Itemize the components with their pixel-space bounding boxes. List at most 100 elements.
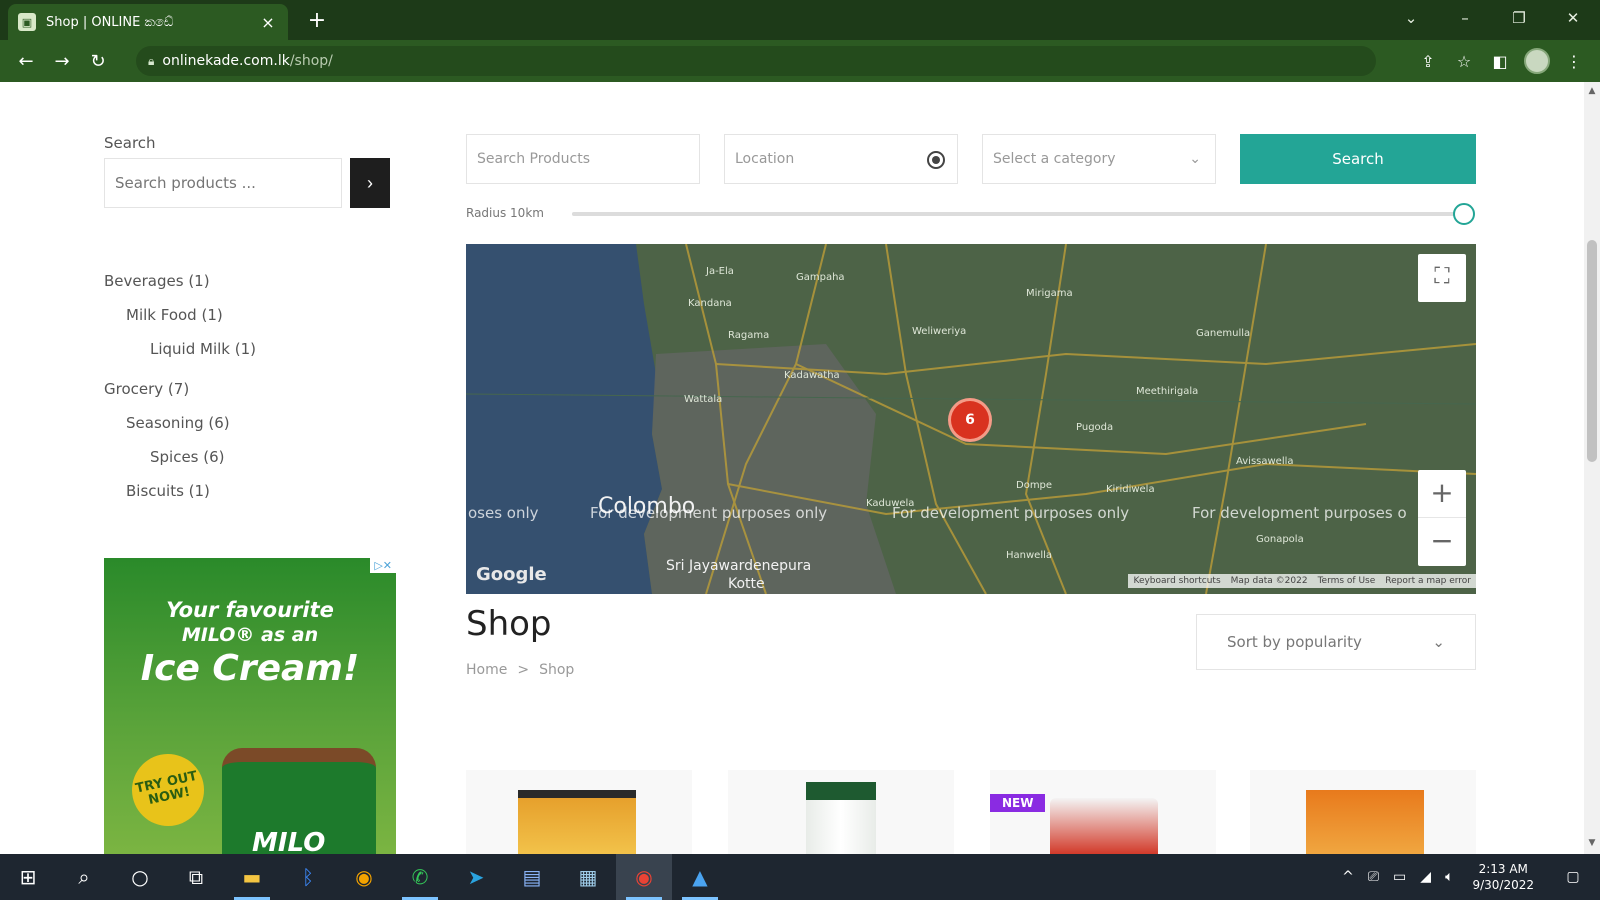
reload-button[interactable]: ↻ (80, 51, 116, 72)
notifications-icon[interactable]: ▢ (1553, 869, 1593, 885)
scrollbar-thumb[interactable] (1587, 240, 1597, 462)
sea-area (466, 244, 662, 594)
map-data-label: Map data ©2022 (1230, 576, 1308, 586)
google-logo[interactable]: Google (476, 564, 547, 585)
map-town-label: Wattala (684, 394, 723, 405)
sidebar-category-item[interactable]: Beverages (1) (104, 264, 394, 298)
product-card[interactable]: NEW (990, 770, 1216, 854)
sidebar-search: › (104, 158, 394, 208)
minimize-button[interactable]: – (1438, 9, 1492, 27)
search-icon[interactable]: ⌕ (56, 854, 112, 900)
chrome-icon[interactable]: ◉ (616, 854, 672, 900)
sidebar-category-item[interactable]: Milk Food (1) (104, 298, 394, 332)
battery-icon[interactable]: ▭ (1393, 869, 1406, 885)
product-card[interactable] (728, 770, 954, 854)
product-card[interactable] (1250, 770, 1476, 854)
tab-close-icon[interactable]: × (258, 13, 278, 32)
sidebar-category-item[interactable]: Grocery (7) (104, 372, 394, 406)
close-window-button[interactable]: ✕ (1546, 9, 1600, 27)
browser-toolbar: ← → ↻ 🔒︎ onlinekade.com.lk/shop/ ⇪ ☆ ◧ ⋮ (0, 40, 1600, 82)
locate-me-icon[interactable] (927, 151, 945, 169)
breadcrumb-home-link[interactable]: Home (466, 662, 507, 678)
map-town-label: Ganemulla (1196, 328, 1251, 339)
map-cluster-marker[interactable]: 6 (948, 398, 992, 442)
share-icon[interactable]: ⇪ (1416, 52, 1440, 71)
radius-label: Radius 10km (466, 206, 544, 220)
browser-actions: ⇪ ☆ ◧ ⋮ (1416, 48, 1586, 74)
sort-select[interactable]: Sort by popularity ⌄ (1196, 614, 1476, 670)
ad-try-badge: TRY OUT NOW! (125, 747, 211, 833)
system-tray: ^ ⎚ ▭ ◢ 🔈︎ 2:13 AM 9/30/2022 ▢ (1335, 854, 1600, 900)
sidebar-search-button[interactable]: › (350, 158, 390, 208)
browser-tab[interactable]: ▣ Shop | ONLINE කඩේ × (8, 4, 288, 40)
new-tab-button[interactable]: + (304, 8, 330, 33)
whatsapp-icon[interactable]: ✆ (392, 854, 448, 900)
notepad-icon[interactable]: ▦ (560, 854, 616, 900)
sidebar-search-input[interactable] (104, 158, 342, 208)
product-image[interactable] (806, 782, 876, 854)
new-badge: NEW (990, 794, 1046, 812)
side-panel-icon[interactable]: ◧ (1488, 52, 1512, 71)
map-terms-link[interactable]: Terms of Use (1313, 574, 1381, 588)
calendar-app-icon[interactable]: ▤ (504, 854, 560, 900)
map-keyboard-shortcuts-link[interactable]: Keyboard shortcuts (1128, 574, 1225, 588)
page-scrollbar[interactable]: ▲ ▼ (1584, 82, 1600, 854)
back-button[interactable]: ← (8, 51, 44, 72)
ad-choices-icon[interactable]: ▷✕ (370, 558, 396, 573)
window-controls: ⌄ – ❐ ✕ (1384, 0, 1600, 36)
radius-slider-handle[interactable] (1453, 203, 1475, 225)
menu-kebab-icon[interactable]: ⋮ (1562, 52, 1586, 71)
network-icon[interactable]: ◢ (1420, 869, 1431, 885)
usb-icon[interactable]: ⎚ (1368, 869, 1379, 885)
url-path: /shop/ (289, 53, 333, 69)
ad-headline-1: Your favourite (166, 598, 334, 622)
photos-icon[interactable]: ▲ (672, 854, 728, 900)
google-map[interactable]: Ja-Ela Gampaha Kandana Ragama Wattala Ka… (466, 244, 1476, 594)
map-fullscreen-icon[interactable]: ⛶ (1418, 254, 1466, 302)
cortana-icon[interactable]: ○ (112, 854, 168, 900)
file-explorer-icon[interactable]: ▬ (224, 854, 280, 900)
scroll-up-icon[interactable]: ▲ (1584, 86, 1600, 96)
lock-icon[interactable]: 🔒︎ (148, 54, 154, 69)
taskbar-clock[interactable]: 2:13 AM 9/30/2022 (1472, 861, 1534, 893)
category-select[interactable]: Select a category ⌄ (982, 134, 1216, 184)
show-hidden-icons-icon[interactable]: ^ (1342, 869, 1354, 885)
volume-icon[interactable]: 🔈︎ (1445, 869, 1453, 885)
windows-start-icon[interactable]: ⊞ (0, 854, 56, 900)
bluetooth-icon[interactable]: ᛒ (280, 854, 336, 900)
map-zoom-out-button[interactable]: − (1418, 518, 1466, 566)
chrome-dev-icon[interactable]: ◉ (336, 854, 392, 900)
urban-area (644, 344, 896, 594)
map-attribution: Keyboard shortcuts Map data ©2022 Terms … (1128, 574, 1476, 588)
shop-sidebar: Search › Beverages (1)Milk Food (1)Liqui… (104, 134, 394, 508)
map-zoom-in-button[interactable]: + (1418, 470, 1466, 518)
location-input[interactable]: Location (724, 134, 958, 184)
scroll-down-icon[interactable]: ▼ (1584, 838, 1600, 848)
forward-button[interactable]: → (44, 51, 80, 72)
product-card[interactable] (466, 770, 692, 854)
profile-avatar[interactable] (1524, 48, 1550, 74)
sidebar-category-item[interactable]: Liquid Milk (1) (104, 332, 394, 366)
address-bar[interactable]: 🔒︎ onlinekade.com.lk/shop/ (136, 46, 1376, 76)
tab-search-icon[interactable]: ⌄ (1384, 9, 1438, 27)
milo-ad-banner[interactable]: ▷✕ Your favourite MILO® as an Ice Cream!… (104, 558, 396, 854)
map-report-error-link[interactable]: Report a map error (1380, 574, 1476, 588)
bookmark-star-icon[interactable]: ☆ (1452, 52, 1476, 71)
map-town-label: Ja-Ela (706, 266, 734, 277)
product-filter-bar: Search Products Location Select a catego… (466, 134, 1476, 184)
product-image[interactable] (518, 790, 636, 854)
sidebar-category-item[interactable]: Seasoning (6) (104, 406, 394, 440)
restore-button[interactable]: ❐ (1492, 9, 1546, 27)
product-search-input[interactable]: Search Products (466, 134, 700, 184)
telegram-icon[interactable]: ➤ (448, 854, 504, 900)
product-image[interactable] (1050, 798, 1158, 854)
radius-slider[interactable] (572, 203, 1475, 225)
map-dev-watermark: For development purposes only (590, 504, 828, 522)
sidebar-category-item[interactable]: Spices (6) (104, 440, 394, 474)
breadcrumb-current: Shop (539, 662, 575, 678)
task-view-icon[interactable]: ⧉ (168, 854, 224, 900)
sidebar-category-item[interactable]: Biscuits (1) (104, 474, 394, 508)
product-image[interactable] (1306, 790, 1424, 854)
ad-headline-2: MILO® as an (181, 624, 319, 646)
search-button[interactable]: Search (1240, 134, 1476, 184)
